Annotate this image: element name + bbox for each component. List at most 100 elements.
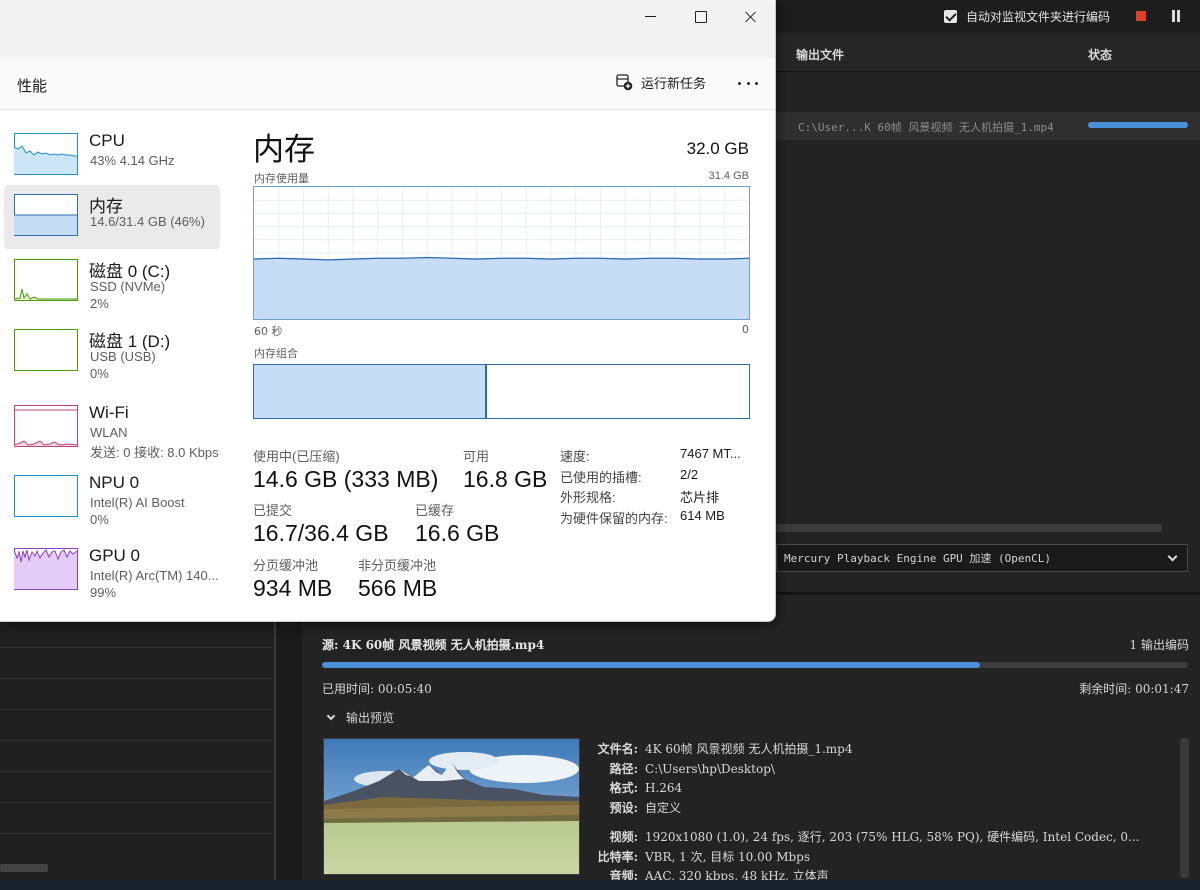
sidebar-item-name: NPU 0 [89,473,140,492]
info-value: 4K 60帧 风景视频 无人机拍摄_1.mp4 [645,742,853,756]
sidebar-item-sub2: 发送: 0 接收: 8.0 Kbps [90,445,219,460]
info-key: 比特率: [597,849,638,864]
memory-usage-label: 内存使用量 [254,172,309,185]
encoding-progress-fill [322,662,981,668]
sidebar-item-cpu[interactable]: CPU 43% 4.14 GHz [4,124,220,188]
output-info: 文件名: 4K 60帧 风景视频 无人机拍摄_1.mp4 路径: C:\Users\h… [590,740,1140,887]
stat-label: 可用 [463,449,490,464]
auto-encode-watch-folders-toggle[interactable]: 自动对监视文件夹进行编码 [944,8,1110,24]
info-key: 格式: [609,781,638,795]
stat-label: 使用中(已压缩) [253,449,340,464]
title-bar[interactable] [0,0,775,58]
info-value: H.264 [645,781,683,795]
sidebar-item-sub2: 99% [90,585,117,600]
stat-label: 分页缓冲池 [253,558,319,573]
info-row: 视频: 1920x1080 (1.0), 24 fps, 逐行, 203 (75%… [590,828,1140,848]
left-panel-scrollbar[interactable] [0,864,48,872]
sidebar-item-name: GPU 0 [89,546,141,565]
memory-spec-row: 外形规格: 芯片排 [560,487,719,506]
sidebar-item-wifi[interactable]: Wi-Fi WLAN 发送: 0 接收: 8.0 Kbps [4,396,220,460]
info-row [590,818,1139,828]
memory-composition-label: 内存组合 [254,347,298,360]
maximize-button[interactable] [676,0,724,34]
sidebar-item-disk1[interactable]: 磁盘 1 (D:) USB (USB) 0% [4,320,220,384]
sidebar-item-disk[interactable]: 磁盘 0 (C:) SSD (NVMe) 2% [4,250,220,314]
info-key: 视频: [609,830,638,844]
queue-horizontal-scrollbar[interactable] [776,524,1162,532]
sidebar-thumbnail [14,405,78,447]
output-preview-label: 输出预览 [346,711,395,725]
memory-usage-graph [253,186,750,320]
sidebar-item-sub2: 0% [90,512,109,527]
disk-mini-graph [14,259,78,301]
sidebar-item-sub1: 43% 4.14 GHz [90,153,175,168]
sidebar-thumbnail [14,329,78,371]
sidebar-item-name: Wi-Fi [89,403,129,422]
sidebar-item-mem[interactable]: 内存 14.6/31.4 GB (46%) [4,185,220,249]
spec-value: 2/2 [680,466,699,482]
run-new-task-label: 运行新任务 [641,77,707,92]
column-output-file[interactable]: 输出文件 [796,46,844,63]
graph-x-left-label: 60 秒 [254,325,283,338]
checkbox-checked-icon[interactable] [944,9,957,23]
column-status[interactable]: 状态 [1088,46,1112,63]
disk1-mini-graph [14,329,78,371]
sidebar-item-gpu[interactable]: GPU 0 Intel(R) Arc(TM) 140... 99% [4,539,220,603]
landscape-preview-image [324,739,579,874]
list-divider [0,771,272,772]
stop-queue-button[interactable] [1136,11,1146,21]
spec-key: 速度: [560,449,590,464]
info-row: 路径: C:\Users\hp\Desktop\ [590,760,1139,780]
info-value: 1920x1080 (1.0), 24 fps, 逐行, 203 (75% HL… [645,830,1140,844]
run-task-icon [616,74,633,91]
stat-value: 14.6 GB (333 MB) [253,466,439,492]
renderer-value: Mercury Playback Engine GPU 加速 (OpenCL) [784,552,1052,565]
output-preview-thumbnail [323,738,580,875]
list-divider [0,802,272,803]
output-preview-toggle[interactable]: 输出预览 [326,709,395,726]
list-divider [0,678,272,679]
list-divider [0,833,272,834]
wifi-mini-graph [14,405,78,447]
stat-value: 16.7/36.4 GB [253,520,389,546]
info-key: 路径: [609,761,638,776]
elapsed-time: 已用时间: 00:05:40 [322,682,432,696]
output-encoding-count: 1 输出编码 [1129,638,1189,652]
queue-row-output-file[interactable]: C:\User...K 60帧 风景视频 无人机拍摄_1.mp4 [798,119,1054,135]
stat-value: 934 MB [253,575,333,601]
sidebar-item-sub1: Intel(R) Arc(TM) 140... [90,568,219,583]
memory-spec-row: 已使用的插槽: 2/2 [560,467,698,486]
sidebar-item-name: CPU [89,131,125,150]
close-button[interactable] [726,0,774,34]
info-value: C:\Users\hp\Desktop\ [645,761,775,776]
info-key: 文件名: [597,742,638,756]
sidebar-thumbnail [14,194,78,236]
renderer-select[interactable]: Mercury Playback Engine GPU 加速 (OpenCL) [776,544,1188,572]
graph-x-right-label: 0 [742,323,749,336]
more-options-icon[interactable] [738,76,758,90]
stat-label: 已缓存 [415,503,455,518]
info-row: 预设: 自定义 [590,799,1139,819]
task-manager-window: 性能 运行新任务 CPU 43% 4.14 GHz 内存 14.6/31.4 GB (… [0,0,776,622]
info-key: 预设: [609,800,638,815]
list-divider [0,709,272,710]
gpu-mini-graph [14,548,78,590]
memory-title: 内存 [253,132,315,167]
stat-value: 16.8 GB [463,466,548,492]
encoding-progress-bar [322,662,1188,668]
performance-sidebar: CPU 43% 4.14 GHz 内存 14.6/31.4 GB (46%) 磁盘 0 … [0,110,232,621]
run-new-task-button[interactable]: 运行新任务 [616,73,706,92]
info-row: 格式: H.264 [590,779,1139,799]
sidebar-item-npu[interactable]: NPU 0 Intel(R) AI Boost 0% [4,466,220,530]
taskbar-strip [0,880,1200,890]
spec-key: 为硬件保留的内存: [560,510,668,526]
list-divider [0,647,272,648]
sidebar-item-sub1: SSD (NVMe) [90,279,166,294]
pause-queue-button[interactable] [1171,10,1181,22]
memory-composition-bar[interactable] [253,364,750,419]
memory-in-use-segment[interactable] [254,365,487,418]
info-vertical-scrollbar[interactable] [1180,738,1189,878]
stat-label: 非分页缓冲池 [358,558,437,573]
minimize-button[interactable] [626,0,674,34]
npu-mini-graph [14,475,78,517]
